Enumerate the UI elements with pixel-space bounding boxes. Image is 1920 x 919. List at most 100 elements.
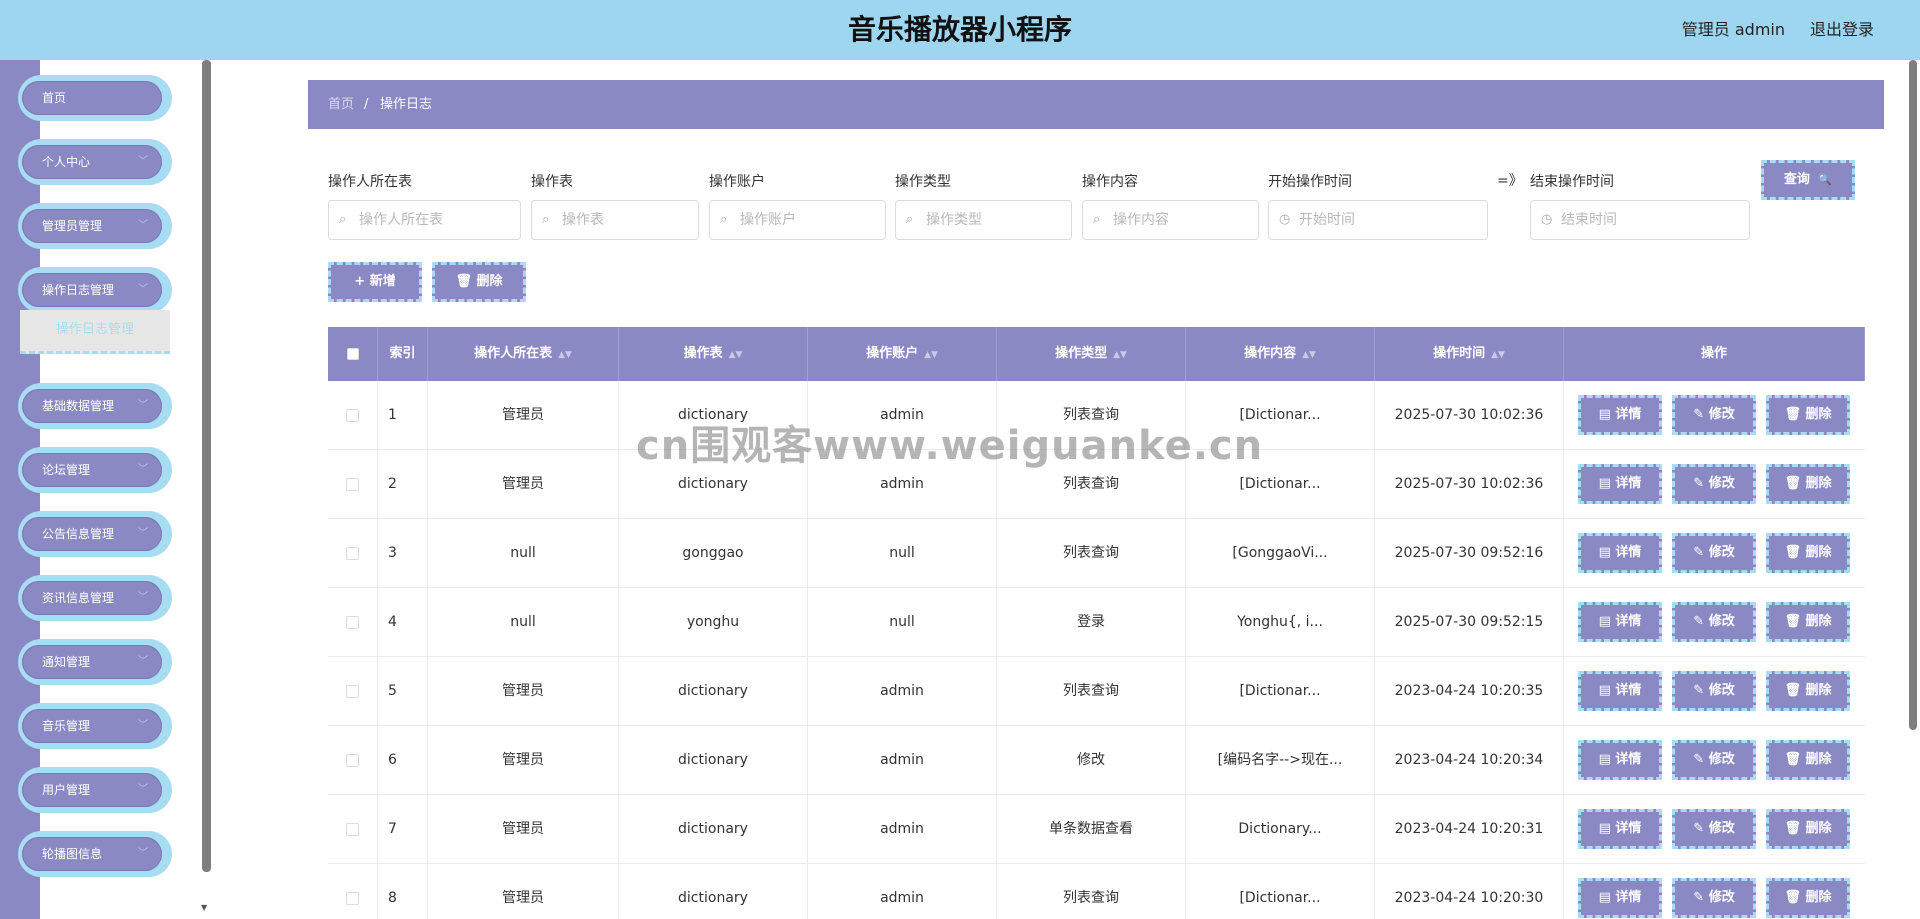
row-select-cell[interactable]	[328, 864, 378, 919]
row-checkbox[interactable]	[346, 615, 359, 629]
search-input[interactable]	[359, 201, 514, 239]
detail-button[interactable]: ▤ 详情	[1578, 671, 1662, 711]
row-checkbox[interactable]	[346, 546, 359, 560]
search-input[interactable]	[1113, 201, 1252, 239]
row-checkbox[interactable]	[346, 408, 359, 422]
row-select-cell[interactable]	[328, 450, 378, 519]
cell-op-table: dictionary	[619, 450, 808, 519]
sidebar-item-pill: 公告信息管理 ﹀	[22, 517, 162, 551]
search-input[interactable]	[1561, 201, 1743, 239]
chevron-down-icon: ﹀	[138, 592, 148, 603]
search-input[interactable]	[926, 201, 1065, 239]
detail-button[interactable]: ▤ 详情	[1578, 602, 1662, 642]
row-actions: ▤ 详情 ✎ 修改 🗑 删除	[1564, 519, 1865, 588]
row-select-cell[interactable]	[328, 588, 378, 657]
page-scrollbar[interactable]	[1909, 60, 1917, 730]
delete-button[interactable]: 🗑 删除	[432, 262, 526, 302]
edit-button[interactable]: ✎ 修改	[1672, 740, 1756, 780]
edit-button[interactable]: ✎ 修改	[1672, 464, 1756, 504]
sort-icon[interactable]: ▲▼	[558, 350, 572, 360]
search-field-1[interactable]: ⌕	[328, 200, 521, 240]
chevron-down-icon: ﹀	[138, 848, 148, 859]
delete-row-button[interactable]: 🗑 删除	[1766, 602, 1850, 642]
sort-icon[interactable]: ▲▼	[1302, 350, 1316, 360]
cell-type: 列表查询	[997, 450, 1186, 519]
search-input[interactable]	[1299, 201, 1481, 239]
row-checkbox[interactable]	[346, 891, 359, 905]
sidebar-item-12[interactable]: 轮播图信息 ﹀	[18, 831, 172, 877]
breadcrumb-home[interactable]: 首页	[328, 80, 354, 129]
search-field-4[interactable]: ⌕	[895, 200, 1072, 240]
edit-button[interactable]: ✎ 修改	[1672, 395, 1756, 435]
sidebar-item-8[interactable]: 资讯信息管理 ﹀	[18, 575, 172, 621]
sidebar-item-5[interactable]: 基础数据管理 ﹀	[18, 383, 172, 429]
sidebar-item-3[interactable]: 管理员管理 ﹀	[18, 203, 172, 249]
search-input[interactable]	[740, 201, 879, 239]
sidebar-item-1[interactable]: 首页	[18, 75, 172, 121]
row-actions: ▤ 详情 ✎ 修改 🗑 删除	[1564, 381, 1865, 450]
sidebar-scrollbar[interactable]	[202, 60, 211, 872]
scroll-down-arrow-icon[interactable]: ▼	[201, 903, 207, 912]
sort-icon[interactable]: ▲▼	[1113, 350, 1127, 360]
row-select-cell[interactable]	[328, 381, 378, 450]
delete-row-button[interactable]: 🗑 删除	[1766, 878, 1850, 918]
detail-button[interactable]: ▤ 详情	[1578, 395, 1662, 435]
delete-row-button[interactable]: 🗑 删除	[1766, 395, 1850, 435]
cell-index: 2	[378, 450, 428, 519]
row-select-cell[interactable]	[328, 795, 378, 864]
detail-button[interactable]: ▤ 详情	[1578, 464, 1662, 504]
sidebar-item-label: 用户管理	[42, 783, 91, 797]
column-header: 操作人所在表 ▲▼	[428, 327, 619, 381]
edit-button[interactable]: ✎ 修改	[1672, 809, 1756, 849]
row-checkbox[interactable]	[346, 753, 359, 767]
search-field-3[interactable]: ⌕	[709, 200, 886, 240]
detail-button[interactable]: ▤ 详情	[1578, 533, 1662, 573]
chevron-down-icon: ﹀	[138, 284, 148, 295]
edit-button[interactable]: ✎ 修改	[1672, 602, 1756, 642]
edit-button[interactable]: ✎ 修改	[1672, 878, 1756, 918]
search-input[interactable]	[562, 201, 692, 239]
logout-link[interactable]: 退出登录	[1810, 0, 1874, 60]
column-header: 操作表 ▲▼	[619, 327, 808, 381]
edit-button[interactable]: ✎ 修改	[1672, 533, 1756, 573]
row-checkbox[interactable]	[346, 822, 359, 836]
row-select-cell[interactable]	[328, 519, 378, 588]
search-field-2[interactable]: ⌕	[531, 200, 699, 240]
sidebar-item-4[interactable]: 操作日志管理 ﹀	[18, 267, 172, 313]
cell-index: 6	[378, 726, 428, 795]
delete-row-button[interactable]: 🗑 删除	[1766, 740, 1850, 780]
row-select-cell[interactable]	[328, 726, 378, 795]
edit-button[interactable]: ✎ 修改	[1672, 671, 1756, 711]
column-header-label: 操作内容	[1244, 346, 1297, 361]
sidebar-item-7[interactable]: 公告信息管理 ﹀	[18, 511, 172, 557]
column-header: 操作类型 ▲▼	[997, 327, 1186, 381]
detail-button[interactable]: ▤ 详情	[1578, 809, 1662, 849]
header-select-all[interactable]	[328, 327, 378, 381]
search-field-6[interactable]: ◷	[1268, 200, 1488, 240]
sort-icon[interactable]: ▲▼	[1491, 350, 1505, 360]
sort-icon[interactable]: ▲▼	[729, 350, 743, 360]
delete-row-button[interactable]: 🗑 删除	[1766, 533, 1850, 573]
detail-button[interactable]: ▤ 详情	[1578, 878, 1662, 918]
detail-button[interactable]: ▤ 详情	[1578, 740, 1662, 780]
delete-row-button[interactable]: 🗑 删除	[1766, 464, 1850, 504]
delete-row-button[interactable]: 🗑 删除	[1766, 671, 1850, 711]
cell-index: 1	[378, 381, 428, 450]
sidebar-item-9[interactable]: 通知管理 ﹀	[18, 639, 172, 685]
query-button[interactable]: 查询 🔍	[1761, 160, 1855, 200]
add-button[interactable]: + 新增	[328, 262, 422, 302]
sidebar-item-10[interactable]: 音乐管理 ﹀	[18, 703, 172, 749]
submenu-item-operation-log[interactable]: 操作日志管理	[20, 310, 170, 354]
sort-icon[interactable]: ▲▼	[924, 350, 938, 360]
sidebar-item-2[interactable]: 个人中心 ﹀	[18, 139, 172, 185]
select-all-checkbox[interactable]	[346, 347, 359, 360]
row-select-cell[interactable]	[328, 657, 378, 726]
breadcrumb-current: 操作日志	[380, 97, 433, 112]
sidebar-item-11[interactable]: 用户管理 ﹀	[18, 767, 172, 813]
search-field-5[interactable]: ⌕	[1082, 200, 1259, 240]
search-field-7[interactable]: ◷	[1530, 200, 1750, 240]
row-checkbox[interactable]	[346, 477, 359, 491]
delete-row-button[interactable]: 🗑 删除	[1766, 809, 1850, 849]
sidebar-item-6[interactable]: 论坛管理 ﹀	[18, 447, 172, 493]
row-checkbox[interactable]	[346, 684, 359, 698]
